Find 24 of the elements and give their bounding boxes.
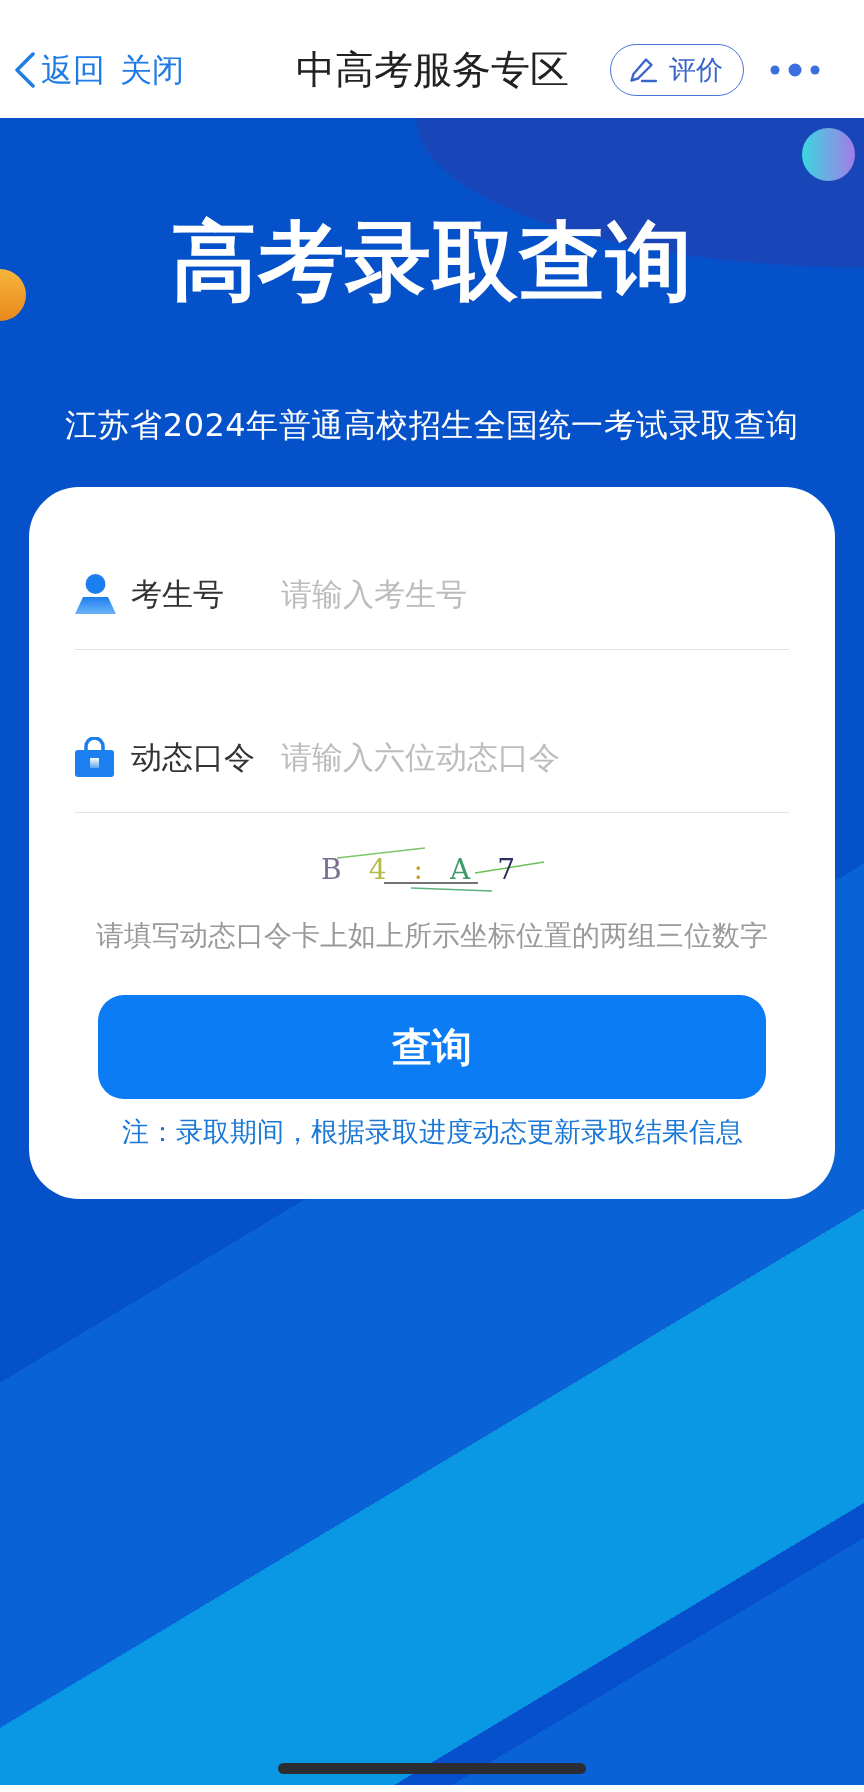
circle-icon (802, 128, 855, 181)
page-title: 中高考服务专区 (295, 46, 569, 94)
input-field[interactable]: 请输入考生号 (281, 570, 789, 617)
field-label: 动态口令 (131, 737, 256, 777)
pencil-icon (629, 57, 657, 83)
chevron-left-icon (14, 52, 36, 88)
captcha-character: : (413, 852, 423, 888)
back-button[interactable]: 返回 (14, 50, 105, 90)
more-button[interactable] (770, 63, 820, 77)
captcha-character: 4 (368, 852, 387, 888)
rate-button[interactable]: 评价 (610, 44, 744, 96)
note-text: 注：录取期间，根据录取进度动态更新录取结果信息 (120, 1115, 744, 1149)
more-icon (770, 63, 820, 77)
banner-title: 高考录取查询 (171, 211, 693, 311)
query-button[interactable]: 查询 (98, 995, 766, 1099)
captcha-character: B (321, 852, 342, 888)
close-button[interactable]: 关闭 (120, 50, 184, 90)
captcha-character: A (449, 852, 471, 888)
banner-subtitle: 江苏省2024年普通高校招生全国统一考试录取查询 (65, 405, 799, 445)
field-label: 考生号 (131, 574, 225, 614)
person-icon (75, 573, 116, 614)
input-field[interactable]: 请输入六位动态口令 (281, 733, 789, 780)
lock-icon (75, 736, 114, 777)
hint-text: 请填写动态口令卡上如上所示坐标位置的两组三位数字 (95, 918, 769, 954)
